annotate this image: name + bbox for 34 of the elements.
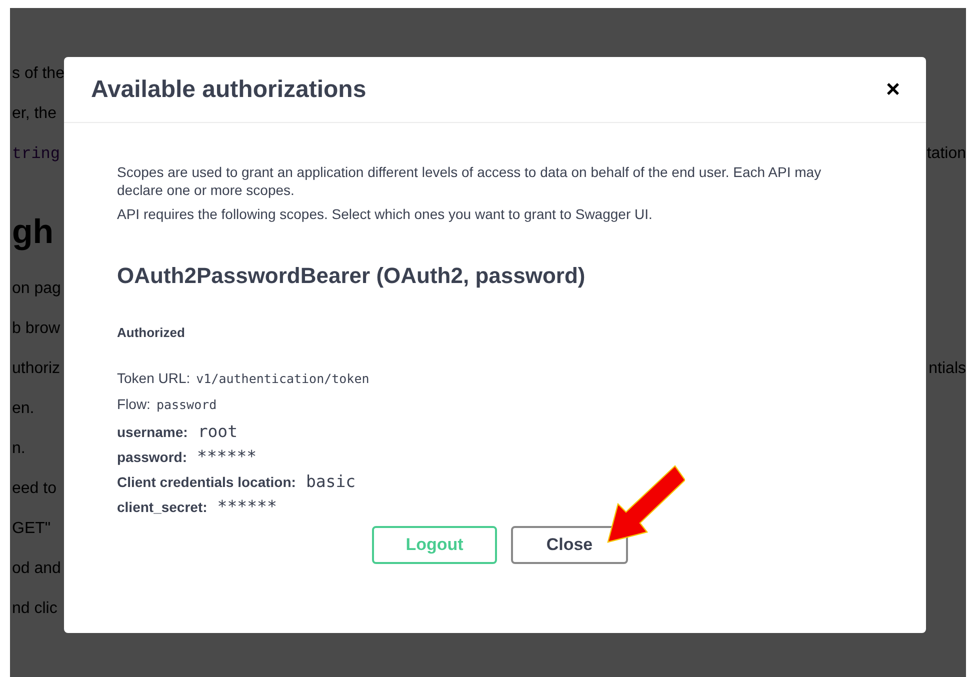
field-value: password <box>156 397 217 412</box>
close-button[interactable]: Close <box>511 526 628 564</box>
page-text-fragment: od and <box>12 560 61 578</box>
page-text-fragment: n. <box>12 440 26 458</box>
page-text-fragment: b brow <box>12 320 60 338</box>
field-label: username: <box>117 424 188 440</box>
page-text-fragment: en. <box>12 400 34 418</box>
field-value: root <box>198 422 238 441</box>
page-text-fragment: GET" <box>12 520 51 538</box>
field-value: ****** <box>217 497 277 516</box>
page-text-fragment: eed to <box>12 480 56 498</box>
field-value: basic <box>306 472 356 491</box>
code-fragment: tring <box>12 145 60 163</box>
description-text: Scopes are used to grant an application different levels of access to data on behalf of the end user. Each API may declare one or more scopes. <box>117 163 822 199</box>
description-text: API requires the following scopes. Select which ones you want to grant to Swagger UI. <box>117 205 654 223</box>
field-label: Flow: <box>117 396 150 412</box>
field-value: v1/authentication/token <box>196 371 370 386</box>
page-text-fragment: er, the <box>12 105 56 123</box>
modal-title: Available authorizations <box>91 76 366 104</box>
status-label: Authorized <box>117 325 186 340</box>
page-text-fragment: s of the <box>12 65 64 83</box>
page-heading-fragment: gh <box>12 212 54 252</box>
field-label: password: <box>117 449 188 465</box>
close-button[interactable]: × <box>880 76 906 104</box>
page-text-fragment: nd clic <box>12 600 58 618</box>
page-text-fragment: uthoriz <box>12 360 60 378</box>
page-text-fragment: tation <box>926 145 966 163</box>
page-text-fragment: on pag <box>12 280 61 298</box>
field-value: ****** <box>197 447 257 466</box>
scheme-title: OAuth2PasswordBearer (OAuth2, password) <box>117 263 586 289</box>
page-text-fragment: ntials <box>928 360 966 378</box>
field-label: client_secret: <box>117 499 208 515</box>
field-label: Client credentials location: <box>117 474 296 490</box>
field-label: Token URL: <box>117 370 190 386</box>
